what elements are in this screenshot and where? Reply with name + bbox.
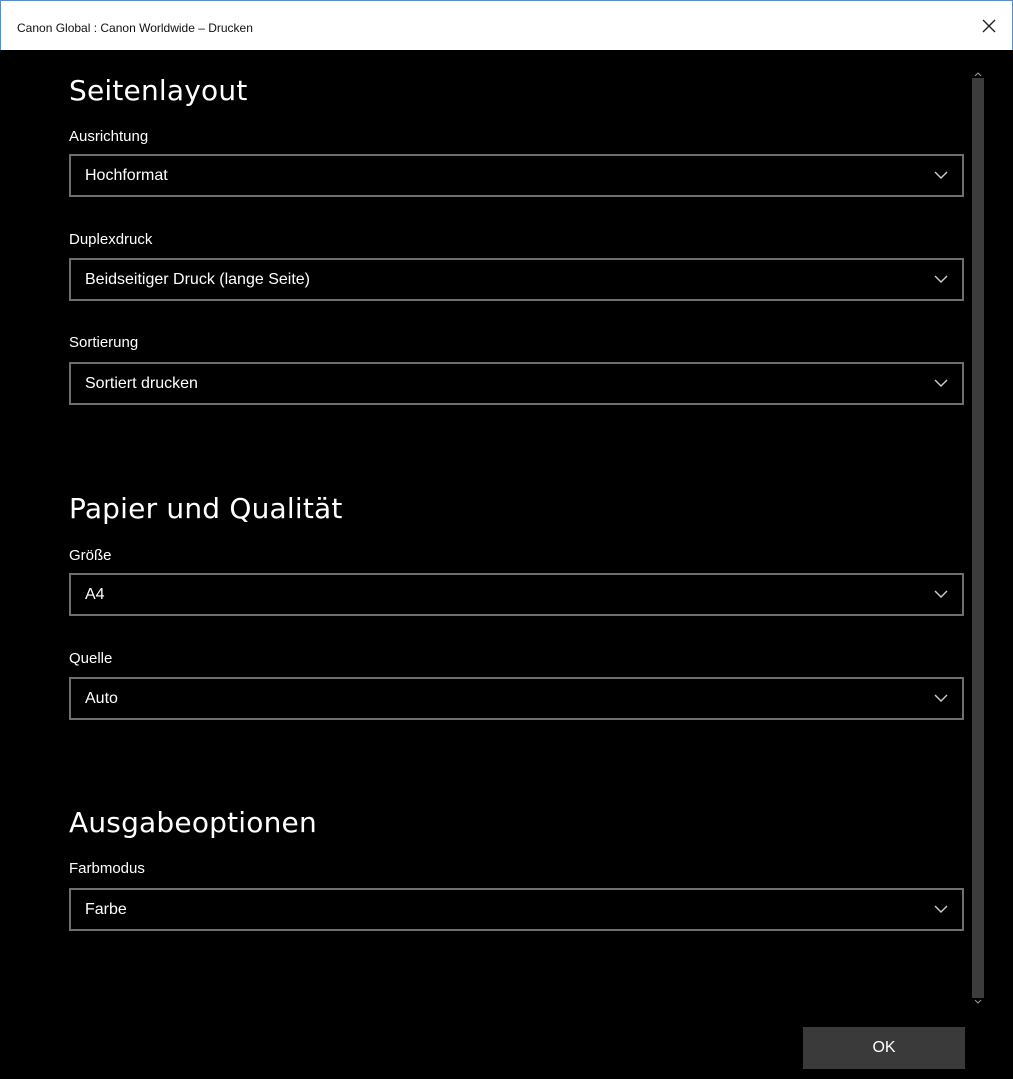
- duplex-value: Beidseitiger Druck (lange Seite): [85, 271, 310, 288]
- color-mode-value: Farbe: [85, 901, 127, 918]
- title-bar: Canon Global : Canon Worldwide – Drucken: [0, 0, 1013, 50]
- collation-label: Sortierung: [69, 334, 139, 351]
- window-title: Canon Global : Canon Worldwide – Drucken: [17, 21, 253, 35]
- section-title-output: Ausgabeoptionen: [69, 806, 317, 839]
- collation-value: Sortiert drucken: [85, 375, 198, 392]
- paper-source-value: Auto: [85, 690, 118, 707]
- paper-source-label: Quelle: [69, 650, 113, 667]
- vertical-scrollbar[interactable]: [970, 68, 986, 1008]
- collation-select[interactable]: Sortiert drucken: [69, 362, 964, 405]
- dialog-content: Seitenlayout Ausrichtung Hochformat Dupl…: [0, 50, 1013, 1079]
- close-icon: [982, 19, 996, 33]
- scroll-down-icon: [974, 999, 982, 1004]
- section-title-paper: Papier und Qualität: [69, 492, 343, 525]
- section-title-layout: Seitenlayout: [69, 74, 248, 107]
- color-mode-label: Farbmodus: [69, 860, 145, 877]
- duplex-select[interactable]: Beidseitiger Druck (lange Seite): [69, 258, 964, 301]
- chevron-down-icon: [934, 171, 948, 179]
- ok-button[interactable]: OK: [803, 1027, 965, 1069]
- paper-size-select[interactable]: A4: [69, 573, 964, 616]
- scroll-thumb[interactable]: [972, 78, 984, 998]
- paper-size-value: A4: [85, 586, 105, 603]
- orientation-label: Ausrichtung: [69, 128, 149, 145]
- orientation-value: Hochformat: [85, 167, 168, 184]
- close-button[interactable]: [966, 1, 1012, 51]
- chevron-down-icon: [934, 379, 948, 387]
- orientation-select[interactable]: Hochformat: [69, 154, 964, 197]
- scroll-down-button[interactable]: [970, 996, 986, 1008]
- chevron-down-icon: [934, 694, 948, 702]
- chevron-down-icon: [934, 275, 948, 283]
- chevron-down-icon: [934, 905, 948, 913]
- duplex-label: Duplexdruck: [69, 231, 153, 248]
- chevron-down-icon: [934, 590, 948, 598]
- scroll-up-icon: [974, 72, 982, 77]
- paper-size-label: Größe: [69, 547, 112, 564]
- print-dialog-window: Canon Global : Canon Worldwide – Drucken…: [0, 0, 1013, 1079]
- paper-source-select[interactable]: Auto: [69, 677, 964, 720]
- color-mode-select[interactable]: Farbe: [69, 888, 964, 931]
